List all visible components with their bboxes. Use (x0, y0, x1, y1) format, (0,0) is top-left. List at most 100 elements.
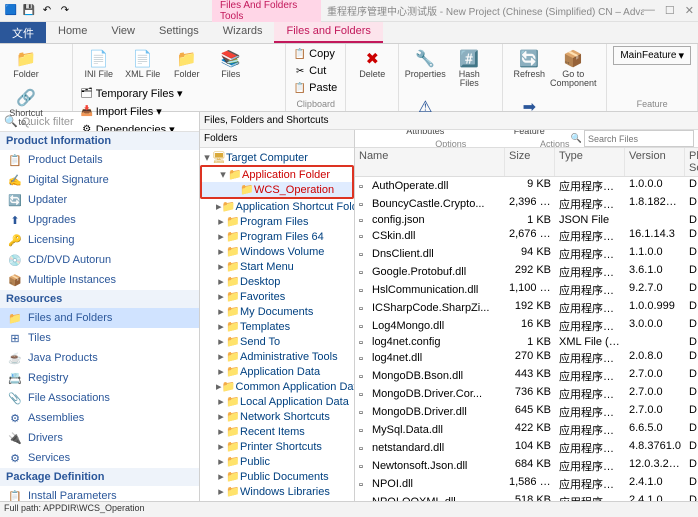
nav-registry[interactable]: 📇Registry (0, 368, 199, 388)
tree-node-favorites[interactable]: ▸📁Favorites (200, 289, 354, 304)
tab-settings[interactable]: Settings (147, 22, 211, 43)
refresh-button[interactable]: 🔄Refresh (509, 46, 549, 81)
file-row[interactable]: ▫config.json1 KBJSON FileD:\XingcOpe (355, 213, 698, 227)
tree-node-public[interactable]: ▸📁Public (200, 454, 354, 469)
file-row[interactable]: ▫DnsClient.dll94 KB应用程序扩展1.1.0.0D:\Xingc… (355, 245, 698, 263)
folder-tree[interactable]: ▾🖥Target Computer ▾📁Application Folder📁WC… (200, 148, 354, 501)
nav-licensing[interactable]: 🔑Licensing (0, 230, 199, 250)
nav-drivers[interactable]: 🔌Drivers (0, 428, 199, 448)
file-row[interactable]: ▫Google.Protobuf.dll292 KB应用程序扩展3.6.1.0D… (355, 263, 698, 281)
tree-node-program-files[interactable]: ▸📁Program Files (200, 214, 354, 229)
go-to-component-button[interactable]: 📦Go to Component (553, 46, 593, 90)
files-button[interactable]: 📚Files (211, 46, 251, 81)
tree-node-local-application-data[interactable]: ▸📁Local Application Data (200, 394, 354, 409)
nav-upgrades[interactable]: ⬆Upgrades (0, 210, 199, 230)
delete-button[interactable]: ✖Delete (352, 46, 392, 81)
maximize-button[interactable]: ☐ (665, 4, 675, 17)
tree-node-wcs-operation[interactable]: 📁WCS_Operation (202, 182, 352, 197)
tab-files-and-folders[interactable]: Files and Folders (274, 22, 382, 43)
file-row[interactable]: ▫Newtonsoft.Json.dll684 KB应用程序扩展12.0.3.2… (355, 457, 698, 475)
quick-filter[interactable]: 🔍 Quick filter (0, 112, 199, 132)
tree-node-recent-items[interactable]: ▸📁Recent Items (200, 424, 354, 439)
col-physical-sou[interactable]: Physical Sou (685, 148, 698, 176)
file-row[interactable]: ▫MongoDB.Driver.Cor...736 KB应用程序扩展2.7.0.… (355, 385, 698, 403)
file-row[interactable]: ▫Log4Mongo.dll16 KB应用程序扩展3.0.0.0D:\Xingc… (355, 317, 698, 335)
nav-file-associations[interactable]: 📎File Associations (0, 388, 199, 408)
qat-save-icon[interactable]: 💾 (22, 4, 36, 18)
tree-node-templates[interactable]: ▸📁Templates (200, 319, 354, 334)
tree-node-public-documents[interactable]: ▸📁Public Documents (200, 469, 354, 484)
tree-node-network-shortcuts[interactable]: ▸📁Network Shortcuts (200, 409, 354, 424)
tab-home[interactable]: Home (46, 22, 99, 43)
col-type[interactable]: Type (555, 148, 625, 176)
tree-node-windows-volume[interactable]: ▸📁Windows Volume (200, 244, 354, 259)
tree-node-administrative-tools[interactable]: ▸📁Administrative Tools (200, 349, 354, 364)
tree-node-common-application-data[interactable]: ▸📁Common Application Data (200, 379, 354, 394)
tree-node-application-data[interactable]: ▸📁Application Data (200, 364, 354, 379)
tab-view[interactable]: View (99, 22, 147, 43)
close-button[interactable]: ✕ (685, 4, 694, 17)
temporary-files--button[interactable]: 🗂Temporary Files ▾ (79, 85, 185, 102)
tree-node-printer-shortcuts[interactable]: ▸📁Printer Shortcuts (200, 439, 354, 454)
nav-java-products[interactable]: ☕Java Products (0, 348, 199, 368)
tree-node-my-documents[interactable]: ▸📁My Documents (200, 304, 354, 319)
ini-file-button[interactable]: 📄INI File (79, 46, 119, 81)
nav-services[interactable]: ⚙Services (0, 448, 199, 468)
paste-button[interactable]: 📋Paste (292, 80, 339, 96)
qat-redo-icon[interactable]: ↷ (58, 4, 72, 18)
minimize-button[interactable]: — (644, 4, 655, 17)
nav-digital-signature[interactable]: ✍Digital Signature (0, 170, 199, 190)
file-row[interactable]: ▫BouncyCastle.Crypto...2,396 KB应用程序扩展1.8… (355, 195, 698, 213)
file-row[interactable]: ▫CSkin.dll2,676 KB应用程序扩展16.1.14.3D:\Xing… (355, 227, 698, 245)
file-row[interactable]: ▫log4net.config1 KBXML File (Wi...D:\Xin… (355, 335, 698, 349)
properties-button[interactable]: 🔧Properties (405, 46, 445, 81)
chevron-down-icon: ▾ (678, 49, 684, 62)
file-row[interactable]: ▫ICSharpCode.SharpZi...192 KB应用程序扩展1.0.0… (355, 299, 698, 317)
file-row[interactable]: ▫AuthOperate.dll9 KB应用程序扩展1.0.0.0D:\Xing… (355, 177, 698, 195)
nav-product-details[interactable]: 📋Product Details (0, 150, 199, 170)
nav-install-parameters[interactable]: 📋Install Parameters (0, 486, 199, 501)
tree-node-application-shortcut-folder[interactable]: ▸📁Application Shortcut Folder (200, 199, 354, 214)
nav-label: Assemblies (28, 412, 84, 424)
col-name[interactable]: Name (355, 148, 505, 176)
col-size[interactable]: Size (505, 148, 555, 176)
tab-文件[interactable]: 文件 (0, 22, 46, 43)
tree-node-application-folder[interactable]: ▾📁Application Folder (202, 167, 352, 182)
nav-files-and-folders[interactable]: 📁Files and Folders (0, 308, 199, 328)
file-row[interactable]: ▫MongoDB.Bson.dll443 KB应用程序扩展2.7.0.0D:\X… (355, 367, 698, 385)
file-row[interactable]: ▫log4net.dll270 KB应用程序扩展2.0.8.0D:\XingcO… (355, 349, 698, 367)
file-row[interactable]: ▫NPOI.dll1,586 KB应用程序扩展2.4.1.0D:\XingcOp… (355, 475, 698, 493)
file-row[interactable]: ▫HslCommunication.dll1,100 KB应用程序扩展9.2.7… (355, 281, 698, 299)
xml file-icon: 📄 (132, 48, 154, 70)
tree-node-send-to[interactable]: ▸📁Send To (200, 334, 354, 349)
file-row[interactable]: ▫NPOI.OOXML.dll518 KB应用程序扩展2.4.1.0D:\Xin… (355, 493, 698, 501)
tree-node-program-files-[interactable]: ▸📁Program Files 64 (200, 229, 354, 244)
nav-updater[interactable]: 🔄Updater (0, 190, 199, 210)
cut-button[interactable]: ✂Cut (292, 63, 339, 79)
tree-node-desktop[interactable]: ▸📁Desktop (200, 274, 354, 289)
search-files-input[interactable] (584, 130, 694, 147)
folder-button[interactable]: 📁Folder (167, 46, 207, 81)
copy-button[interactable]: 📋Copy (292, 46, 339, 62)
file-row[interactable]: ▫netstandard.dll104 KB应用程序扩展4.8.3761.0D:… (355, 439, 698, 457)
main-feature-dropdown[interactable]: MainFeature ▾ (613, 46, 691, 65)
nav-label: Product Details (28, 154, 103, 166)
qat-undo-icon[interactable]: ↶ (40, 4, 54, 18)
nav-tiles[interactable]: ⊞Tiles (0, 328, 199, 348)
nav-assemblies[interactable]: ⚙Assemblies (0, 408, 199, 428)
tree-root[interactable]: ▾🖥Target Computer (200, 150, 354, 165)
file-row[interactable]: ▫MySql.Data.dll422 KB应用程序扩展6.6.5.0D:\Xin… (355, 421, 698, 439)
folder-button[interactable]: 📁Folder (6, 46, 46, 81)
nav-label: Licensing (28, 234, 74, 246)
file-icon: ▫ (359, 215, 369, 225)
col-version[interactable]: Version (625, 148, 685, 176)
tree-node-start-menu[interactable]: ▸📁Start Menu (200, 259, 354, 274)
xml-file-button[interactable]: 📄XML File (123, 46, 163, 81)
hash-files-button[interactable]: #️⃣Hash Files (449, 46, 489, 90)
file-table[interactable]: NameSizeTypeVersionPhysical Sou▫AuthOper… (355, 148, 698, 501)
nav-cd-dvd-autorun[interactable]: 💿CD/DVD Autorun (0, 250, 199, 270)
nav-multiple-instances[interactable]: 📦Multiple Instances (0, 270, 199, 290)
tab-wizards[interactable]: Wizards (211, 22, 275, 43)
file-row[interactable]: ▫MongoDB.Driver.dll645 KB应用程序扩展2.7.0.0D:… (355, 403, 698, 421)
tree-node-windows-libraries[interactable]: ▸📁Windows Libraries (200, 484, 354, 499)
